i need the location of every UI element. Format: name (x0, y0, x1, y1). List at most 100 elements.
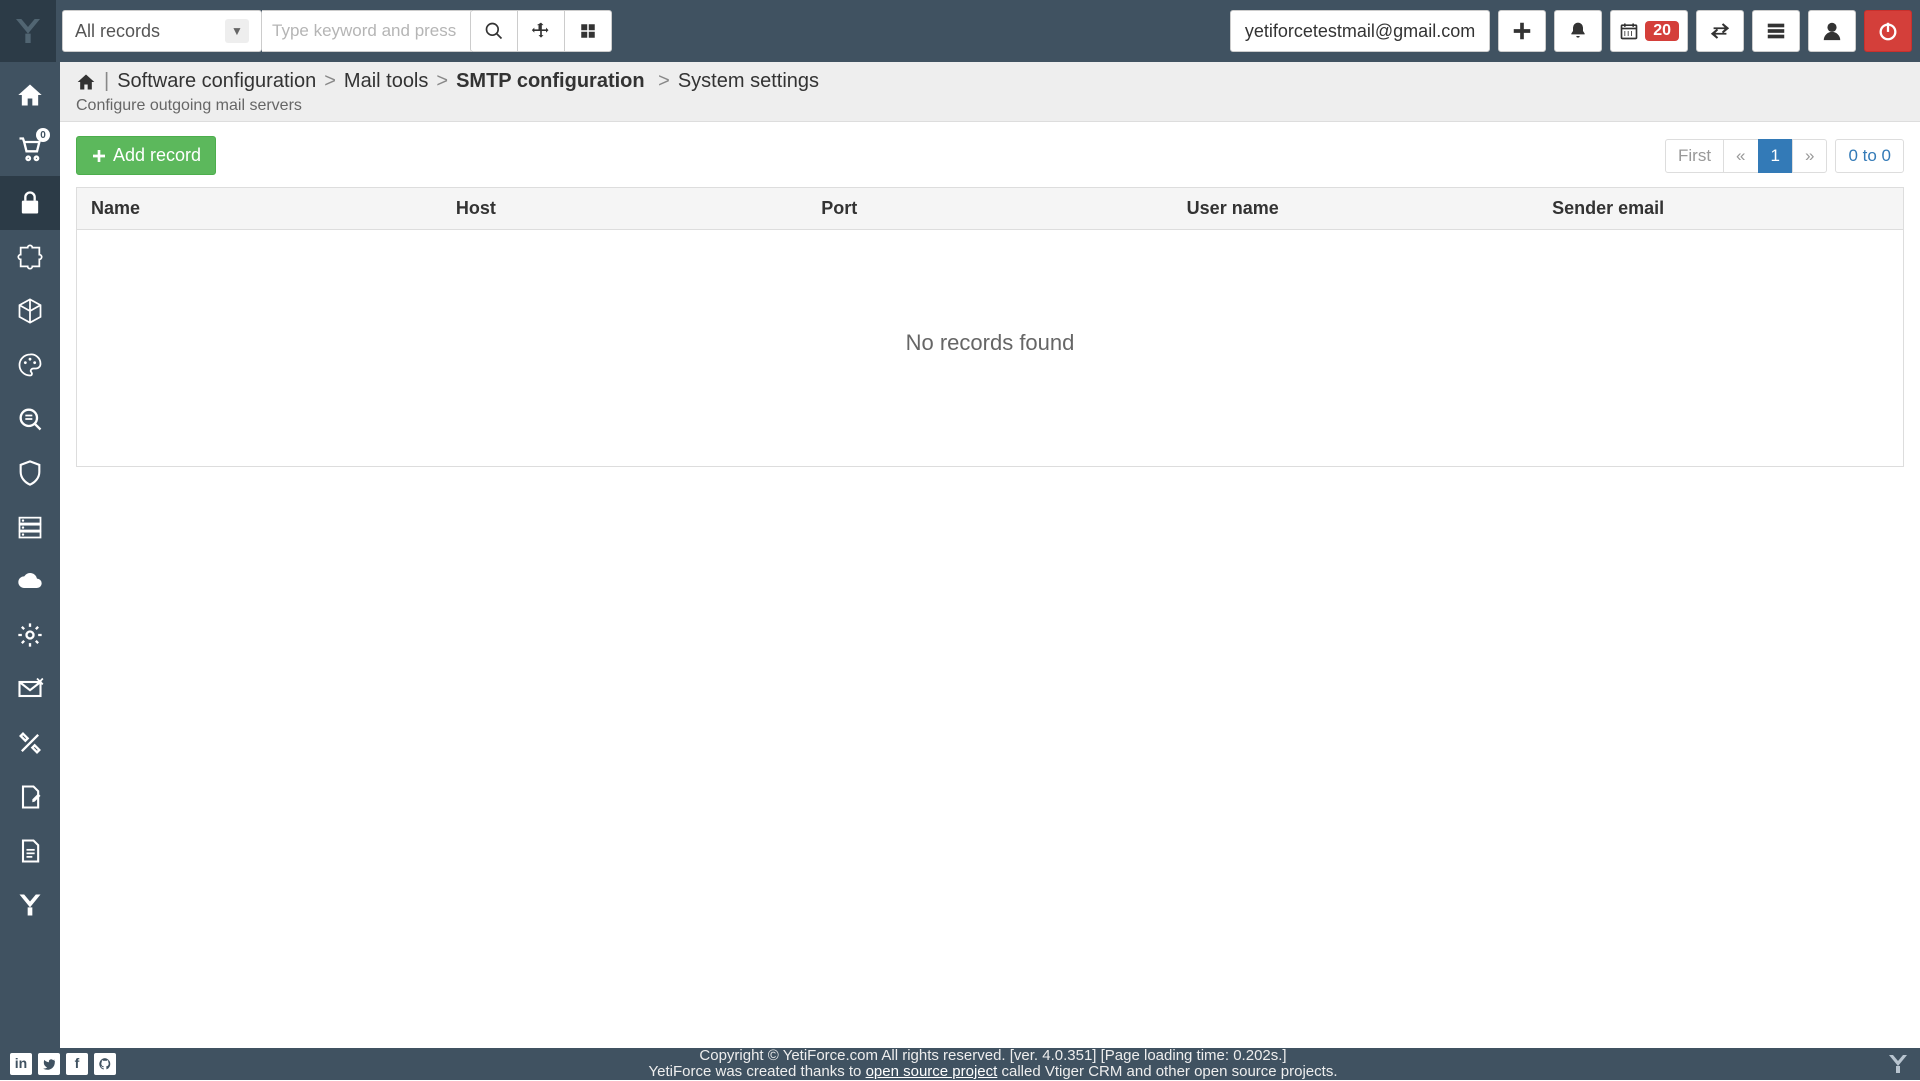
col-user-name[interactable]: User name (1173, 188, 1538, 230)
sidebar-item-server[interactable] (0, 500, 60, 554)
pager: First « 1 » 0 to 0 (1666, 139, 1904, 173)
footer-logo (1870, 1052, 1910, 1076)
sidebar-item-gear[interactable] (0, 608, 60, 662)
page-subtitle: Configure outgoing mail servers (76, 97, 1904, 115)
sidebar-item-search-doc[interactable] (0, 392, 60, 446)
pager-group: First « 1 » (1666, 139, 1827, 173)
table-header-row: Name Host Port User name Sender email (77, 188, 1904, 230)
history-button[interactable] (1696, 10, 1744, 52)
user-button[interactable] (1808, 10, 1856, 52)
quick-add-button[interactable] (1498, 10, 1546, 52)
sidebar-item-mail[interactable] (0, 662, 60, 716)
sidebar-item-cloud[interactable] (0, 554, 60, 608)
bell-icon (1568, 21, 1588, 41)
table-empty-row: No records found (77, 230, 1904, 467)
col-host[interactable]: Host (442, 188, 807, 230)
breadcrumb-part-0[interactable]: Software configuration (117, 70, 316, 93)
breadcrumb-sep: | (104, 70, 109, 93)
social-links: in f (10, 1053, 116, 1075)
records-table: Name Host Port User name Sender email No… (76, 187, 1904, 467)
move-icon (531, 21, 551, 41)
search-input[interactable] (262, 10, 472, 52)
user-email-display[interactable]: yetiforcetestmail@gmail.com (1230, 10, 1490, 52)
home-icon[interactable] (76, 72, 96, 92)
footer-line1: Copyright © YetiForce.com All rights res… (116, 1048, 1870, 1065)
list-icon (1765, 20, 1787, 42)
sidebar-item-tools[interactable] (0, 716, 60, 770)
footer-link[interactable]: open source project (866, 1063, 998, 1080)
calendar-icon (1619, 21, 1639, 41)
grid-button[interactable] (564, 10, 612, 52)
lock-icon (16, 189, 44, 217)
sidebar-item-shield[interactable] (0, 446, 60, 500)
pager-first[interactable]: First (1665, 139, 1724, 173)
left-sidebar: 0 (0, 62, 60, 1048)
home-icon (16, 81, 44, 109)
col-sender[interactable]: Sender email (1538, 188, 1903, 230)
pager-current[interactable]: 1 (1758, 139, 1793, 173)
sidebar-item-puzzle[interactable] (0, 230, 60, 284)
search-button[interactable] (470, 10, 518, 52)
sidebar-item-doc[interactable] (0, 824, 60, 878)
cube-icon (16, 297, 44, 325)
col-name[interactable]: Name (77, 188, 442, 230)
footer: in f Copyright © YetiForce.com All right… (0, 1048, 1920, 1080)
shield-icon (16, 459, 44, 487)
yetiforce-icon (16, 891, 44, 919)
power-icon (1877, 20, 1899, 42)
breadcrumb-part-3[interactable]: System settings (678, 70, 819, 93)
sidebar-item-cart[interactable]: 0 (0, 122, 60, 176)
breadcrumb: | Software configuration > Mail tools > … (76, 70, 1904, 93)
footer-line2: YetiForce was created thanks to open sou… (116, 1064, 1870, 1081)
calendar-badge: 20 (1645, 21, 1679, 41)
sidebar-item-lock[interactable] (0, 176, 60, 230)
server-icon (16, 513, 44, 541)
pager-next[interactable]: » (1792, 139, 1827, 173)
main-content: | Software configuration > Mail tools > … (60, 62, 1920, 1048)
breadcrumb-part-1[interactable]: Mail tools (344, 70, 428, 93)
notifications-button[interactable] (1554, 10, 1602, 52)
app-logo[interactable] (0, 0, 56, 62)
sidebar-item-cube[interactable] (0, 284, 60, 338)
footer-text: Copyright © YetiForce.com All rights res… (116, 1048, 1870, 1081)
topbar-right: yetiforcetestmail@gmail.com 20 (1230, 10, 1912, 52)
sidebar-item-yetiforce[interactable] (0, 878, 60, 932)
breadcrumb-sep: > (436, 70, 448, 93)
user-email-text: yetiforcetestmail@gmail.com (1245, 21, 1475, 42)
add-record-label: Add record (113, 145, 201, 166)
sidebar-item-doc-edit[interactable] (0, 770, 60, 824)
twitter-link[interactable] (38, 1053, 60, 1075)
tools-icon (16, 729, 44, 757)
exchange-icon (1709, 20, 1731, 42)
breadcrumb-part-2[interactable]: SMTP configuration (456, 70, 645, 93)
pager-range[interactable]: 0 to 0 (1835, 139, 1904, 173)
top-bar: All records ▼ yetiforcetestmail@gmail.co… (0, 0, 1920, 62)
records-select-label: All records (75, 21, 160, 42)
sidebar-item-home[interactable] (0, 68, 60, 122)
github-link[interactable] (94, 1053, 116, 1075)
calendar-button[interactable]: 20 (1610, 10, 1688, 52)
facebook-link[interactable]: f (66, 1053, 88, 1075)
yetiforce-logo-icon (1886, 1052, 1910, 1076)
list-button[interactable] (1752, 10, 1800, 52)
yetiforce-logo-icon (12, 15, 44, 47)
logout-button[interactable] (1864, 10, 1912, 52)
cart-badge: 0 (36, 128, 50, 142)
gear-icon (16, 621, 44, 649)
sidebar-item-palette[interactable] (0, 338, 60, 392)
pager-prev[interactable]: « (1723, 139, 1758, 173)
doc-icon (16, 837, 44, 865)
chevron-down-icon: ▼ (225, 19, 249, 43)
toolbar-row: Add record First « 1 » 0 to 0 (76, 136, 1904, 175)
add-record-button[interactable]: Add record (76, 136, 216, 175)
records-select[interactable]: All records ▼ (62, 10, 262, 52)
cloud-icon (16, 567, 44, 595)
advanced-search-button[interactable] (517, 10, 565, 52)
plus-icon (1511, 20, 1533, 42)
twitter-icon (42, 1057, 56, 1071)
breadcrumb-sep: > (324, 70, 336, 93)
linkedin-link[interactable]: in (10, 1053, 32, 1075)
content-area: Add record First « 1 » 0 to 0 Name Host … (60, 122, 1920, 481)
col-port[interactable]: Port (807, 188, 1172, 230)
puzzle-icon (16, 243, 44, 271)
